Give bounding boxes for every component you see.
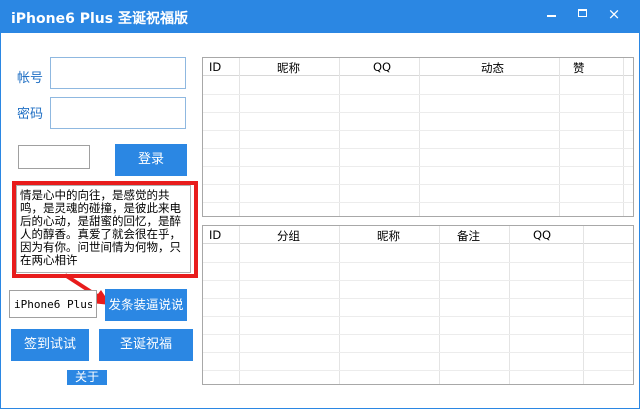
groups-table-header: ID 分组 昵称 备注 QQ bbox=[203, 226, 633, 244]
close-icon: × bbox=[607, 5, 621, 23]
row-divider bbox=[203, 298, 633, 299]
password-label: 密码 bbox=[17, 107, 44, 122]
about-button[interactable]: 关于 bbox=[67, 370, 107, 385]
column-header-remark[interactable]: 备注 bbox=[457, 228, 480, 244]
row-divider bbox=[203, 130, 633, 131]
title-bar[interactable]: iPhone6 Plus 圣诞祝福版 × bbox=[1, 1, 639, 33]
column-divider bbox=[239, 58, 240, 216]
friends-table-header: ID 昵称 QQ 动态 赞 bbox=[203, 58, 633, 76]
column-divider bbox=[339, 226, 340, 384]
row-divider bbox=[203, 94, 633, 95]
column-divider bbox=[623, 58, 624, 216]
row-divider bbox=[203, 184, 633, 185]
minimize-button[interactable] bbox=[537, 1, 567, 29]
row-divider bbox=[203, 280, 633, 281]
column-header-id[interactable]: ID bbox=[209, 228, 221, 242]
column-header-feed[interactable]: 动态 bbox=[481, 60, 504, 76]
column-header-qq[interactable]: QQ bbox=[373, 60, 391, 74]
column-header-likes[interactable]: 赞 bbox=[573, 60, 585, 76]
column-divider bbox=[439, 226, 440, 384]
friends-table[interactable]: ID 昵称 QQ 动态 赞 bbox=[202, 57, 634, 217]
christmas-wish-button[interactable]: 圣诞祝福 bbox=[99, 329, 193, 361]
groups-table[interactable]: ID 分组 昵称 备注 QQ bbox=[202, 225, 634, 385]
row-divider bbox=[203, 370, 633, 371]
device-model-input[interactable] bbox=[9, 290, 97, 318]
row-divider bbox=[203, 316, 633, 317]
password-input[interactable] bbox=[50, 97, 186, 129]
column-divider bbox=[583, 226, 584, 384]
column-divider bbox=[559, 58, 560, 216]
window-title: iPhone6 Plus 圣诞祝福版 bbox=[11, 11, 188, 27]
row-divider bbox=[203, 148, 633, 149]
column-divider bbox=[509, 226, 510, 384]
minimize-icon bbox=[547, 15, 556, 17]
captcha-input[interactable] bbox=[18, 145, 90, 169]
row-divider bbox=[203, 202, 633, 203]
maximize-button[interactable] bbox=[568, 1, 598, 29]
column-divider bbox=[339, 58, 340, 216]
highlight-box bbox=[12, 181, 198, 278]
checkin-button[interactable]: 签到试试 bbox=[11, 329, 89, 361]
post-status-button[interactable]: 发条装逼说说 bbox=[105, 289, 187, 321]
column-divider bbox=[419, 58, 420, 216]
column-header-nickname[interactable]: 昵称 bbox=[277, 60, 300, 76]
row-divider bbox=[203, 334, 633, 335]
login-button[interactable]: 登录 bbox=[115, 144, 187, 176]
column-header-group[interactable]: 分组 bbox=[277, 228, 300, 244]
account-label: 帐号 bbox=[17, 71, 44, 86]
column-header-id[interactable]: ID bbox=[209, 60, 221, 74]
row-divider bbox=[203, 166, 633, 167]
close-button[interactable]: × bbox=[599, 1, 629, 29]
row-divider bbox=[203, 112, 633, 113]
column-header-qq[interactable]: QQ bbox=[533, 228, 551, 242]
row-divider bbox=[203, 262, 633, 263]
row-divider bbox=[203, 352, 633, 353]
account-input[interactable] bbox=[50, 57, 186, 89]
column-divider bbox=[239, 226, 240, 384]
maximize-icon bbox=[578, 9, 587, 17]
app-window: iPhone6 Plus 圣诞祝福版 × 帐号 密码 登录 情是心中的向往，是感… bbox=[0, 0, 640, 409]
column-header-nickname[interactable]: 昵称 bbox=[377, 228, 400, 244]
